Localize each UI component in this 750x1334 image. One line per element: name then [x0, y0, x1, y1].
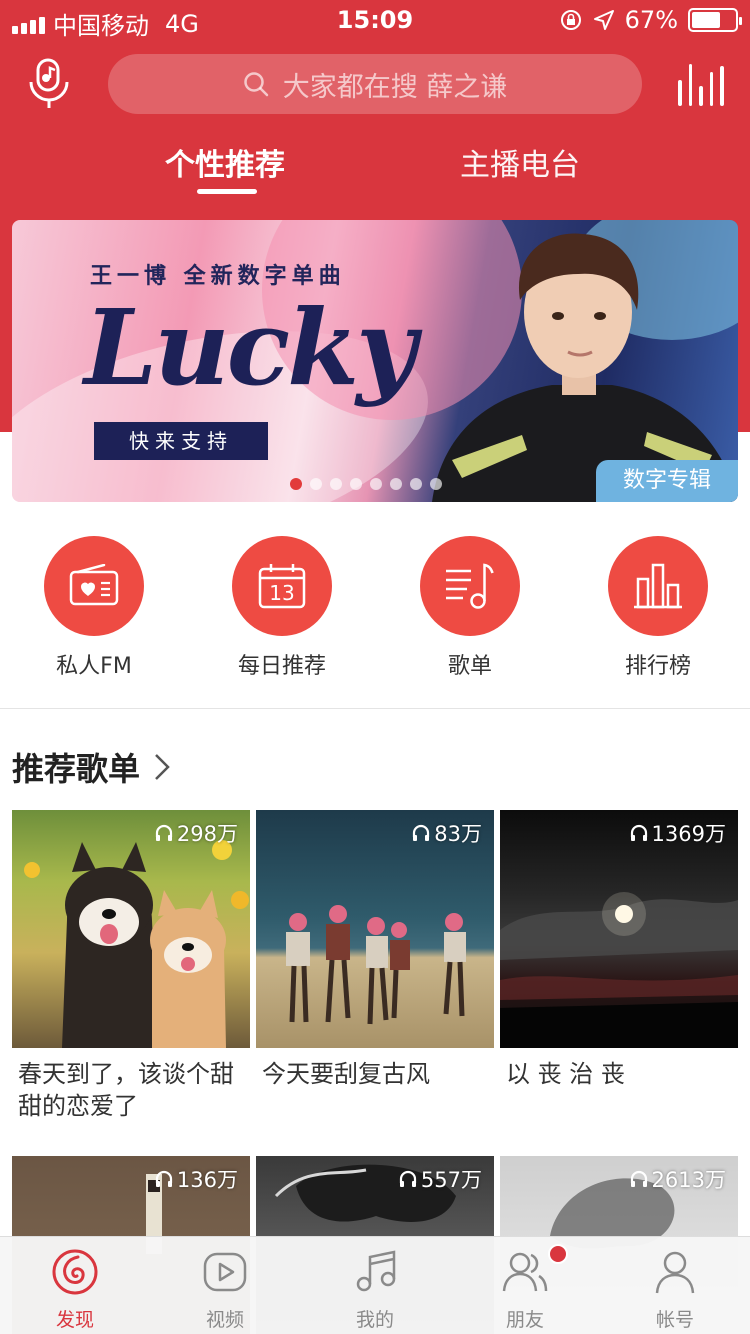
microphone-icon [29, 58, 69, 108]
account-icon [655, 1251, 695, 1294]
carousel-dot [330, 478, 342, 490]
banner-carousel[interactable]: 王一博 全新数字单曲 Lucky 快来支持 数字专辑 [12, 220, 738, 502]
calendar-day: 13 [269, 581, 294, 605]
carousel-dot [290, 478, 302, 490]
carousel-dot [410, 478, 422, 490]
video-icon [203, 1252, 247, 1292]
tab-label: 朋友 [505, 1309, 544, 1331]
friends-icon [502, 1252, 548, 1292]
tab-label: 视频 [205, 1309, 244, 1331]
search-placeholder: 大家都在搜 薛之谦 [282, 71, 508, 103]
chart-icon [634, 563, 682, 609]
music-icon [356, 1250, 396, 1292]
headphones-icon [399, 1170, 417, 1187]
banner-title: Lucky [84, 286, 417, 409]
tab-indicator [197, 189, 257, 194]
quick-entry-fm[interactable]: 私人FM [29, 536, 159, 680]
carousel-dot [370, 478, 382, 490]
play-count-value: 83万 [434, 822, 482, 846]
section-title[interactable]: 推荐歌单 [12, 744, 172, 790]
status-bar: 中国移动 4G 15:09 67% [0, 0, 750, 40]
play-count: 83万 [411, 818, 482, 848]
voice-search-button[interactable] [26, 58, 72, 110]
tab-video[interactable]: 视频 [175, 1249, 275, 1332]
headphones-icon [155, 1170, 173, 1187]
play-count: 298万 [154, 818, 238, 848]
tab-label: 帐号 [655, 1309, 694, 1331]
radio-icon [69, 564, 119, 606]
tab-account[interactable]: 帐号 [625, 1249, 725, 1332]
play-count-value: 557万 [420, 1168, 482, 1192]
tab-radio[interactable]: 主播电台 [460, 140, 580, 184]
quick-entry-label: 每日推荐 [237, 654, 326, 679]
banner-cta: 快来支持 [94, 422, 268, 460]
quick-entry-label: 私人FM [56, 654, 132, 679]
quick-entries: 私人FM 13 每日推荐 歌单 排行榜 [0, 536, 750, 686]
carousel-dot [310, 478, 322, 490]
headphones-icon [630, 1170, 647, 1187]
section-divider [0, 708, 750, 709]
playlist-card[interactable]: 298万 春天到了，该谈个甜甜的恋爱了 [12, 810, 250, 1122]
search-icon [243, 72, 268, 97]
chevron-right-icon [155, 754, 170, 780]
banner-badge: 数字专辑 [596, 460, 738, 502]
rotation-lock-icon [560, 10, 581, 30]
tab-label: 我的 [355, 1309, 394, 1331]
play-count-value: 1369万 [651, 822, 726, 846]
play-count-value: 298万 [176, 822, 238, 846]
playlist-icon [446, 563, 494, 609]
location-icon [593, 10, 614, 30]
play-count: 136万 [154, 1164, 238, 1194]
tab-discover[interactable]: 发现 [25, 1249, 125, 1332]
quick-entry-charts[interactable]: 排行榜 [593, 536, 723, 680]
playlist-card[interactable]: 83万 今天要刮复古风 [256, 810, 494, 1090]
section-title-label: 推荐歌单 [12, 750, 141, 788]
play-count: 2613万 [629, 1164, 726, 1194]
playlist-cover: 1369万 [500, 810, 738, 1048]
playlist-cover: 298万 [12, 810, 250, 1048]
status-right: 67% [559, 6, 742, 34]
battery-icon [688, 8, 742, 32]
tab-label: 发现 [55, 1309, 94, 1331]
play-count-value: 2613万 [651, 1168, 726, 1192]
playlist-card[interactable]: 1369万 以 丧 治 丧 [500, 810, 738, 1090]
tab-recommend[interactable]: 个性推荐 [165, 140, 285, 184]
headphones-icon [630, 824, 647, 841]
friends-notification-dot [548, 1244, 568, 1264]
now-playing-button[interactable] [678, 64, 724, 106]
quick-entry-playlist[interactable]: 歌单 [405, 536, 535, 680]
search-input[interactable]: 大家都在搜 薛之谦 [108, 54, 642, 114]
quick-entry-label: 排行榜 [624, 654, 691, 679]
playlist-cover: 83万 [256, 810, 494, 1048]
play-count: 1369万 [629, 818, 726, 848]
bottom-tab-bar: 发现 视频 我的 朋友 帐号 [0, 1236, 750, 1334]
carousel-dot [390, 478, 402, 490]
top-tabs: 个性推荐 主播电台 [0, 140, 750, 200]
playlist-name: 以 丧 治 丧 [506, 1060, 625, 1088]
play-count-value: 136万 [176, 1168, 238, 1192]
quick-entry-daily[interactable]: 13 每日推荐 [217, 536, 347, 680]
carousel-dot [430, 478, 442, 490]
headphones-icon [155, 824, 173, 841]
quick-entry-label: 歌单 [447, 654, 492, 679]
tab-my-music[interactable]: 我的 [325, 1249, 425, 1332]
play-count: 557万 [398, 1164, 482, 1194]
playlist-name: 今天要刮复古风 [262, 1060, 430, 1088]
battery-percent: 67% [624, 6, 678, 34]
headphones-icon [413, 824, 430, 841]
discover-icon [52, 1249, 98, 1295]
playlist-name: 春天到了，该谈个甜甜的恋爱了 [18, 1060, 234, 1120]
carousel-dot [350, 478, 362, 490]
calendar-icon: 13 [258, 564, 306, 609]
carousel-dots [290, 478, 442, 490]
